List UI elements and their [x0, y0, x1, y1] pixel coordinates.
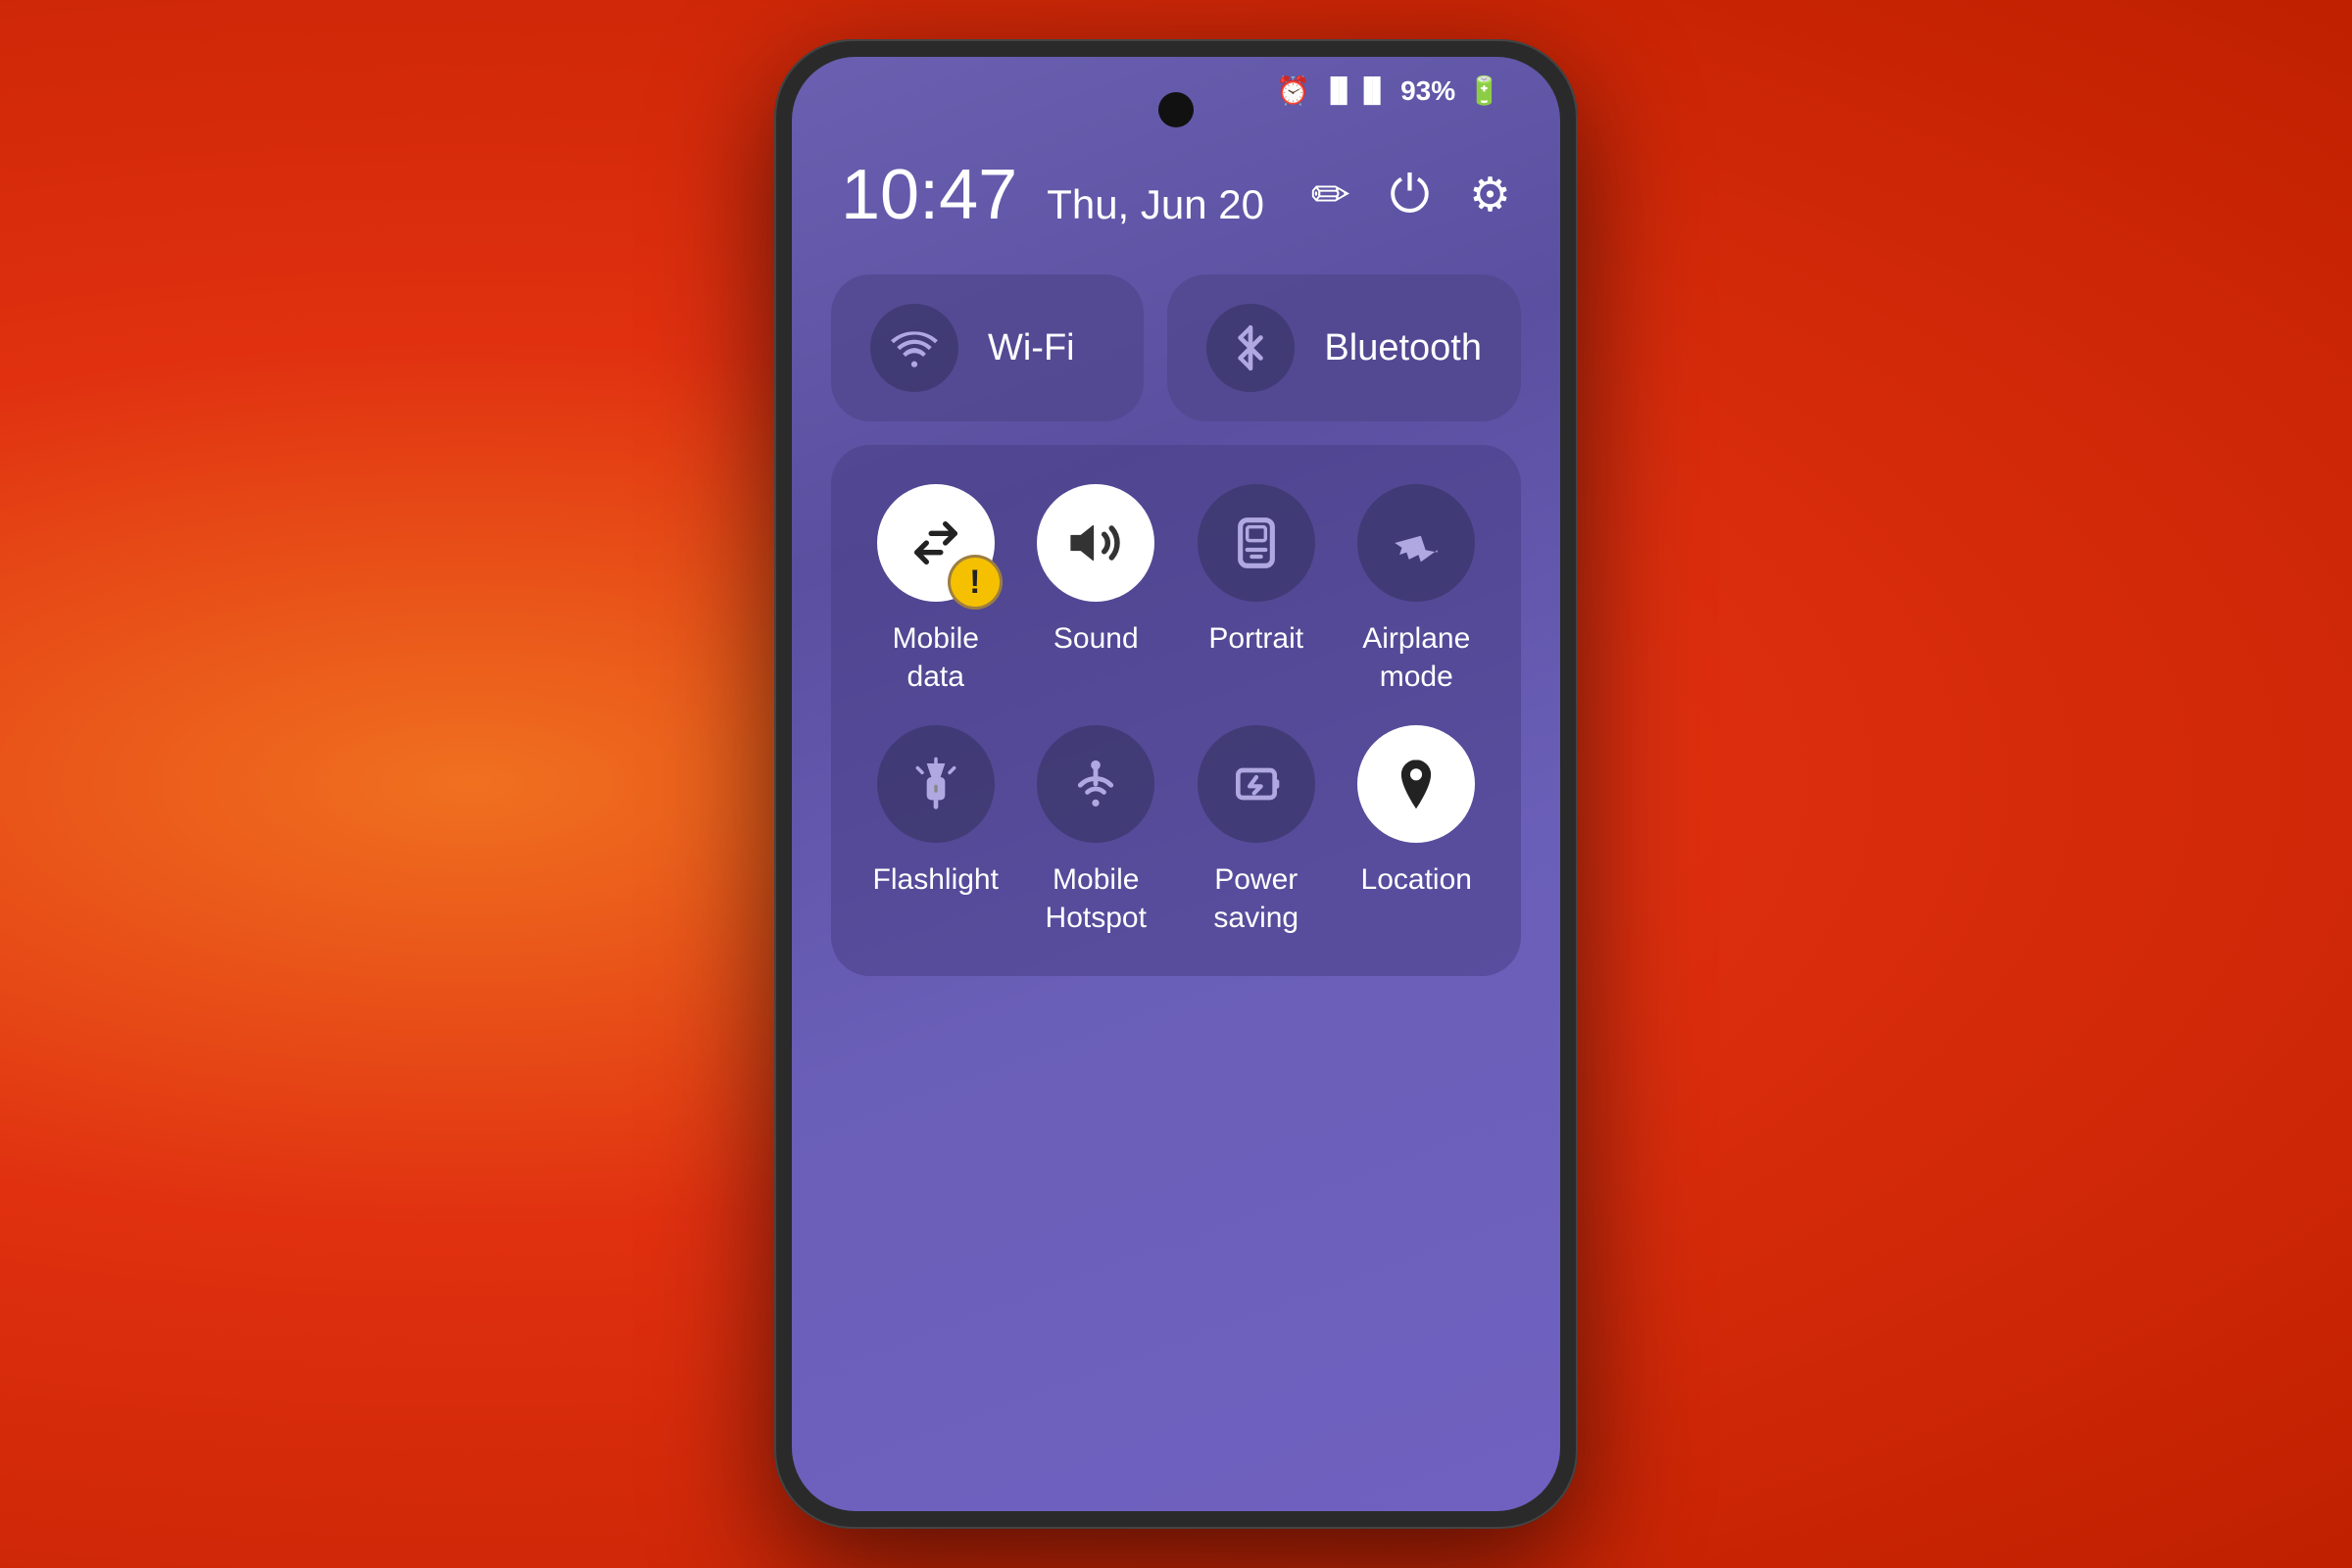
quick-settings-panel: 10:47 Thu, Jun 20 ✏ ⏻ ⚙	[831, 155, 1521, 1472]
mobile-data-label: Mobiledata	[893, 619, 979, 696]
hotspot-label: MobileHotspot	[1046, 860, 1147, 937]
wifi-tile[interactable]: Wi-Fi	[831, 274, 1144, 421]
location-icon-bg	[1357, 725, 1475, 843]
hotspot-tile[interactable]: MobileHotspot	[1031, 725, 1162, 937]
portrait-icon-bg	[1198, 484, 1315, 602]
warning-badge: !	[948, 555, 1003, 610]
grid-row-2: Flashlight Mo	[870, 725, 1482, 937]
flashlight-icon	[908, 757, 963, 811]
power-icon[interactable]: ⏻	[1390, 166, 1430, 225]
wifi-icon	[890, 323, 939, 372]
flashlight-icon-bg	[877, 725, 995, 843]
settings-icon[interactable]: ⚙	[1469, 168, 1511, 222]
flashlight-label: Flashlight	[873, 860, 999, 899]
edit-icon[interactable]: ✏	[1311, 168, 1350, 222]
grid-row-1: ! Mobiledata	[870, 484, 1482, 696]
sound-label: Sound	[1054, 619, 1139, 658]
grid-container: ! Mobiledata	[831, 445, 1521, 976]
battery-percent: 93%	[1400, 75, 1455, 107]
bluetooth-label: Bluetooth	[1324, 327, 1482, 369]
portrait-tile[interactable]: Portrait	[1191, 484, 1322, 696]
power-saving-label: Powersaving	[1213, 860, 1298, 937]
camera-hole	[1158, 92, 1194, 127]
airplane-label: Airplanemode	[1362, 619, 1470, 696]
bluetooth-icon	[1226, 323, 1275, 372]
airplane-icon-bg	[1357, 484, 1475, 602]
portrait-icon	[1229, 515, 1284, 570]
status-bar: ⏰ ▐▌▐▌ 93% 🔋	[1276, 74, 1501, 107]
top-tiles: Wi-Fi	[831, 274, 1521, 421]
airplane-icon	[1388, 514, 1445, 571]
warning-icon: !	[969, 565, 980, 599]
wifi-label: Wi-Fi	[988, 327, 1075, 369]
hotspot-icon-bg	[1037, 725, 1154, 843]
sound-tile[interactable]: Sound	[1031, 484, 1162, 696]
location-icon	[1388, 756, 1445, 812]
mobile-data-tile[interactable]: ! Mobiledata	[870, 484, 1002, 696]
header-icons: ✏ ⏻ ⚙	[1311, 166, 1511, 225]
mobile-data-icon-bg: !	[877, 484, 995, 602]
bluetooth-icon-bg	[1206, 304, 1295, 392]
flashlight-tile[interactable]: Flashlight	[870, 725, 1002, 937]
location-tile[interactable]: Location	[1351, 725, 1483, 937]
hotspot-icon	[1067, 756, 1124, 812]
power-saving-tile[interactable]: Powersaving	[1191, 725, 1322, 937]
portrait-label: Portrait	[1208, 619, 1303, 658]
location-label: Location	[1361, 860, 1472, 899]
phone-screen: ⏰ ▐▌▐▌ 93% 🔋 10:47 Thu, Jun 20 ✏ ⏻ ⚙	[792, 57, 1560, 1511]
time-display: 10:47	[841, 155, 1017, 235]
bluetooth-tile[interactable]: Bluetooth	[1167, 274, 1521, 421]
sound-icon-bg	[1037, 484, 1154, 602]
phone-frame: ⏰ ▐▌▐▌ 93% 🔋 10:47 Thu, Jun 20 ✏ ⏻ ⚙	[774, 39, 1578, 1529]
airplane-tile[interactable]: Airplanemode	[1351, 484, 1483, 696]
signal-icon: ▐▌▐▌	[1322, 77, 1389, 105]
sound-icon	[1066, 514, 1125, 572]
date-display: Thu, Jun 20	[1047, 181, 1264, 228]
power-saving-icon	[1229, 757, 1284, 811]
power-saving-icon-bg	[1198, 725, 1315, 843]
wifi-icon-bg	[870, 304, 958, 392]
alarm-icon: ⏰	[1276, 74, 1310, 107]
battery-icon: 🔋	[1467, 74, 1501, 107]
time-date-row: 10:47 Thu, Jun 20 ✏ ⏻ ⚙	[831, 155, 1521, 235]
